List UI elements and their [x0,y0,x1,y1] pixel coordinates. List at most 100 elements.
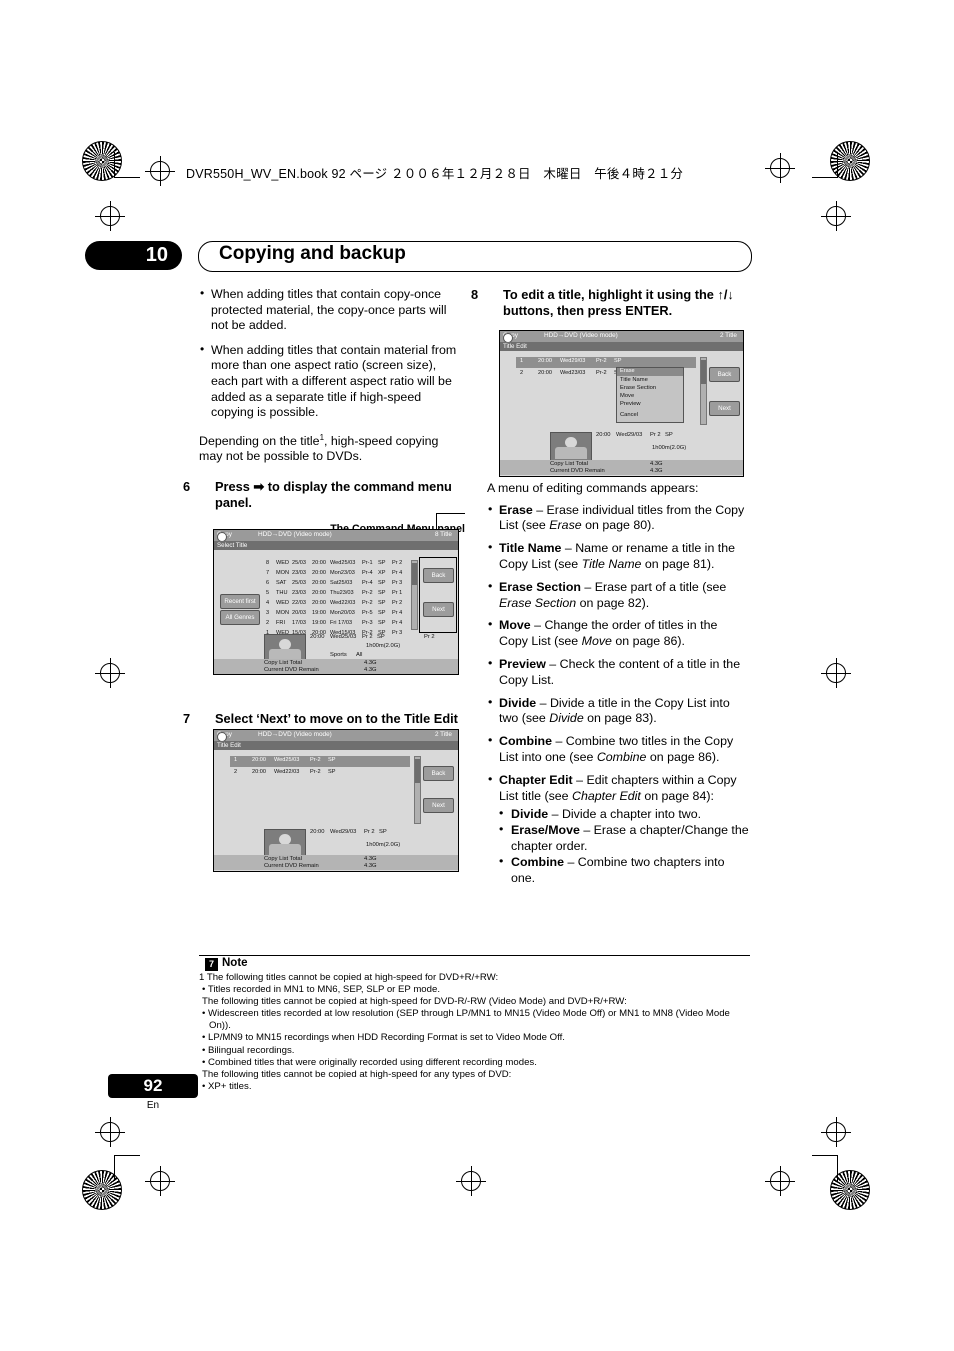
cmd-dash: – [580,579,595,594]
page-title: Copying and backup [219,243,406,264]
cmd-dash: – [532,502,547,517]
row-mode: SP [328,769,336,775]
note-line: • Combined titles that were originally r… [202,1056,537,1068]
osd3-command-menu[interactable]: Erase Title Name Erase Section Move Prev… [616,367,684,423]
sub-item-erase-move: Erase/Move – Erase a chapter/Change the … [499,822,749,855]
cmd-ref: Combine [596,749,647,764]
osd3-menu-item-title-name[interactable]: Title Name [620,377,648,383]
row-ch: Wed22/03 [274,769,300,775]
row-mode: XP [378,570,386,576]
note-line: • Widescreen titles recorded at low reso… [202,1008,730,1032]
row-mode: SP [378,600,386,606]
sub-name: Erase/Move [511,823,580,838]
osd2-button-back[interactable]: Back [423,766,454,781]
row-mode: SP [378,610,386,616]
row-right: Pr 4 [392,620,403,626]
cmd-ref: Divide [549,711,584,726]
note-line: • XP+ titles. [202,1080,252,1092]
osd3-menu-item-move[interactable]: Move [620,393,634,399]
row-pr: Pr-2 [596,370,607,376]
osd3-scrollbar[interactable] [700,357,707,425]
row-ch: Fri 17/03 [330,620,353,626]
note-body: 1 The following titles cannot be copied … [199,972,754,1093]
table-row[interactable]: 4 WED 22/03 20:00 Wed22/03 Pr-2 SP Pr 2 [264,599,409,609]
note-line: 1 The following titles cannot be copied … [199,972,499,983]
osd1-side-button-all-genres[interactable]: All Genres [220,610,260,625]
osd1-sub-bar: Select Title [214,541,458,550]
corner-mark-top-left [114,152,140,178]
row-right: Pr 2 [392,560,403,566]
row-day: MON [276,610,290,616]
cmd-text: Erase part of a title (see [594,579,727,594]
table-row[interactable]: 1 20:00 Wed25/03 Pr-2 SP [230,756,410,767]
osd2-sub-bar: Title Edit [214,741,458,750]
osd1-button-next[interactable]: Next [423,602,454,617]
right-column-commands: A menu of editing commands appears: Eras… [487,481,749,893]
osd3-menu-item-cancel[interactable]: Cancel [620,412,638,418]
crop-mark-right-lower [821,1117,851,1147]
row-day: FRI [276,620,286,626]
crop-mark-top-left [145,156,175,186]
cmd-name: Chapter Edit [499,772,573,787]
row-date: 22/03 [292,600,306,606]
row-mode: SP [378,560,386,566]
corner-mark-bottom-right [812,1155,838,1181]
table-row[interactable]: 6 SAT 25/03 20:00 Sat25/03 Pr-4 SP Pr 3 [264,579,409,589]
osd3-detail-title: Wed29/03 [616,432,643,438]
osd1-side-button-recent-first[interactable]: Recent first [220,594,260,609]
osd2-foot-copy-total-label: Copy List Total [264,856,302,862]
table-row[interactable]: 7 MON 23/03 20:00 Mon23/03 Pr-4 XP Pr 4 [264,569,409,579]
table-row[interactable]: 5 THU 23/03 20:00 Thu23/03 Pr-2 SP Pr 1 [264,589,409,599]
osd3-button-next[interactable]: Next [709,401,740,416]
list-item: When adding titles that contain material… [199,342,465,421]
osd2-button-next[interactable]: Next [423,798,454,813]
sub-item-combine: Combine – Combine two chapters into one. [499,854,749,887]
osd3-title-bar: Copy HDD→DVD (Video mode) 2 Title [500,331,743,342]
row-pr: Pr-4 [362,570,373,576]
crop-mark-right-upper [821,201,851,231]
row-pr: Pr-2 [362,600,373,606]
list-item-chapter-edit: Chapter Edit – Edit chapters within a Co… [487,772,749,887]
osd3-foot-dvd-remain-value: 4.3G [650,468,663,474]
cmd-tail: on page 86). [646,749,720,764]
row-date: 23/03 [292,570,306,576]
row-no: 2 [520,370,524,376]
row-date: 25/03 [292,560,306,566]
cmd-ref: Move [581,634,612,649]
osd1-detail-right: Pr 2 [424,634,435,640]
crop-mark-top-right [765,153,795,183]
table-row[interactable]: 2 FRI 17/03 19:00 Fri 17/03 Pr-3 SP Pr 4 [264,619,409,629]
osd3-menu-item-erase-section[interactable]: Erase Section [620,385,656,391]
osd2-scrollbar[interactable] [414,756,421,824]
row-ch: Mon20/03 [330,610,355,616]
cmd-name: Title Name [499,541,562,556]
table-row[interactable]: 2 20:00 Wed22/03 Pr-2 SP [230,768,410,779]
step-6-number: 6 [183,479,191,495]
osd3-thumbnail [550,432,592,461]
osd3-menu-header[interactable]: Erase [617,368,683,376]
list-item-erase-section: Erase Section – Erase part of a title (s… [487,579,749,612]
row-right: Pr 1 [392,590,403,596]
osd3-button-back[interactable]: Back [709,367,740,382]
row-no: 6 [266,580,270,586]
list-item-title-name: Title Name – Name or rename a title in t… [487,540,749,573]
osd3-menu-item-preview[interactable]: Preview [620,401,641,407]
row-ch: Wed29/03 [560,358,586,364]
table-row[interactable]: 8 WED 25/03 20:00 Wed25/03 Pr-1 SP Pr 2 [264,559,409,569]
step-6: 6 Press ➡ to display the command menu pan… [183,479,465,511]
osd3-foot-copy-total-label: Copy List Total [550,461,588,467]
osd3-sub-label: Title Edit [503,343,527,350]
osd2-detail-pr: Pr 2 [364,829,375,835]
cmd-dash: – [545,656,560,671]
cmd-dash: – [572,772,587,787]
step-8: 8 To edit a title, highlight it using the… [471,287,749,319]
osd2-detail-mode: SP [379,829,387,835]
osd1-scrollbar[interactable] [411,560,418,630]
osd1-button-back[interactable]: Back [423,568,454,583]
corner-mark-bottom-left [114,1155,140,1181]
row-no: 3 [266,610,270,616]
osd1-footer [214,659,458,674]
editing-command-list: Erase – Erase individual titles from the… [487,502,749,887]
row-pr: Pr-2 [310,769,321,775]
table-row[interactable]: 3 MON 20/03 19:00 Mon20/03 Pr-5 SP Pr 4 [264,609,409,619]
